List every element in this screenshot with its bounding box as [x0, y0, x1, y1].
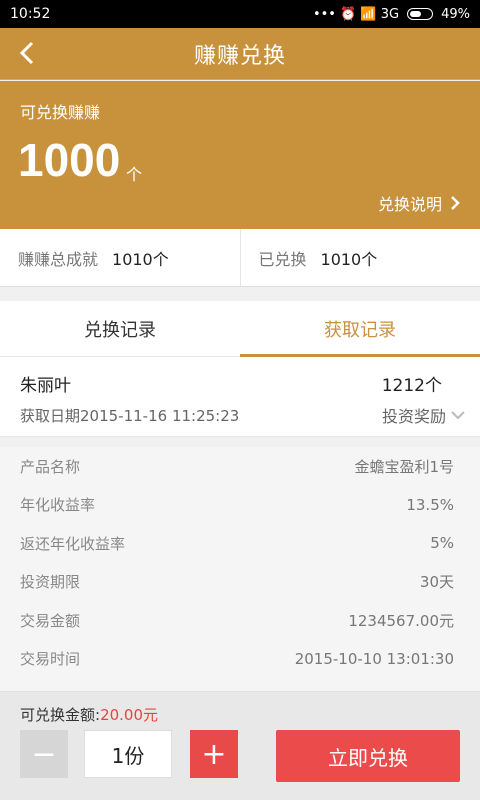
record-source-toggle[interactable]: 投资奖励 [382, 403, 466, 427]
record-tabs: 兑换记录 获取记录 [0, 301, 480, 357]
detail-value: 金蟾宝盈利1号 [354, 457, 454, 476]
increase-button[interactable]: + [190, 730, 238, 778]
balance-unit: 个 [126, 165, 143, 184]
detail-row: 年化收益率 13.5% [0, 486, 480, 525]
detail-label: 返还年化收益率 [20, 534, 126, 553]
detail-value: 30天 [419, 573, 454, 592]
app-header: 赚赚兑换 [0, 28, 480, 80]
decrease-button[interactable]: − [20, 730, 68, 778]
minus-icon: − [31, 736, 57, 772]
detail-row: 返还年化收益率 5% [0, 524, 480, 563]
record-name: 朱丽叶 [20, 376, 71, 396]
clock: 10:52 [10, 6, 51, 22]
battery-icon [407, 8, 434, 20]
list-item[interactable]: 朱丽叶 1212个 获取日期2015-11-16 11:25:23 投资奖励 [0, 357, 480, 437]
tab-earn-records[interactable]: 获取记录 [240, 301, 480, 357]
detail-row: 投资期限 30天 [0, 563, 480, 602]
detail-label: 年化收益率 [20, 496, 96, 515]
record-date: 获取日期2015-11-16 11:25:23 [20, 407, 240, 425]
chevron-right-icon [451, 196, 460, 210]
page-title: 赚赚兑换 [193, 43, 286, 69]
plus-icon: + [201, 736, 227, 772]
redeem-explain-label: 兑换说明 [377, 195, 442, 214]
record-details: 产品名称 金蟾宝盈利1号 年化收益率 13.5% 返还年化收益率 5% 投资期限… [0, 447, 480, 692]
balance-label: 可兑换赚赚 [20, 103, 101, 122]
chevron-down-icon [451, 411, 465, 420]
detail-row: 产品名称 金蟾宝盈利1号 [0, 447, 480, 486]
quantity-input[interactable] [84, 730, 172, 778]
tab-redeem-records[interactable]: 兑换记录 [0, 301, 240, 356]
available-label: 可兑换金额: [20, 706, 101, 724]
redeemed-value: 1010个 [320, 249, 378, 269]
redeemed-total: 已兑换 1010个 [239, 229, 480, 286]
redeem-bar: 可兑换金额:20.00元 − + 立即兑换 [0, 692, 480, 800]
available-amount: 可兑换金额:20.00元 [20, 704, 158, 725]
redeemed-label: 已兑换 [258, 249, 307, 269]
redeem-now-button[interactable]: 立即兑换 [276, 730, 460, 782]
balance-panel: 可兑换赚赚 1000 个 兑换说明 [0, 81, 480, 229]
record-count: 1212个 [381, 376, 442, 396]
notification-icons: ••• ⏰ 📶 3G [312, 6, 400, 22]
chevron-left-icon [19, 41, 34, 65]
detail-row: 交易时间 2015-10-10 13:01:30 [0, 640, 480, 679]
detail-value: 1234567.00元 [348, 611, 454, 630]
battery-percent: 49% [441, 6, 470, 22]
total-label: 赚赚总成就 [18, 249, 99, 269]
total-achievement: 赚赚总成就 1010个 [0, 229, 240, 286]
status-icons: ••• ⏰ 📶 3G 49% [313, 7, 470, 22]
detail-value: 5% [430, 534, 454, 553]
detail-value: 13.5% [406, 495, 454, 514]
balance-amount: 1000 [18, 134, 121, 186]
detail-label: 产品名称 [20, 457, 81, 476]
status-bar: 10:52 ••• ⏰ 📶 3G 49% [0, 0, 480, 28]
summary-bar: 赚赚总成就 1010个 已兑换 1010个 [0, 229, 480, 287]
total-value: 1010个 [112, 249, 169, 269]
detail-value: 2015-10-10 13:01:30 [294, 649, 454, 668]
detail-row: 交易金额 1234567.00元 [0, 601, 480, 640]
record-source: 投资奖励 [381, 407, 446, 426]
redeem-explain-link[interactable]: 兑换说明 [378, 191, 460, 215]
back-button[interactable] [12, 38, 42, 68]
detail-label: 投资期限 [20, 573, 81, 592]
detail-label: 交易金额 [20, 611, 81, 630]
detail-label: 交易时间 [20, 650, 81, 669]
available-value: 20.00元 [100, 706, 159, 724]
